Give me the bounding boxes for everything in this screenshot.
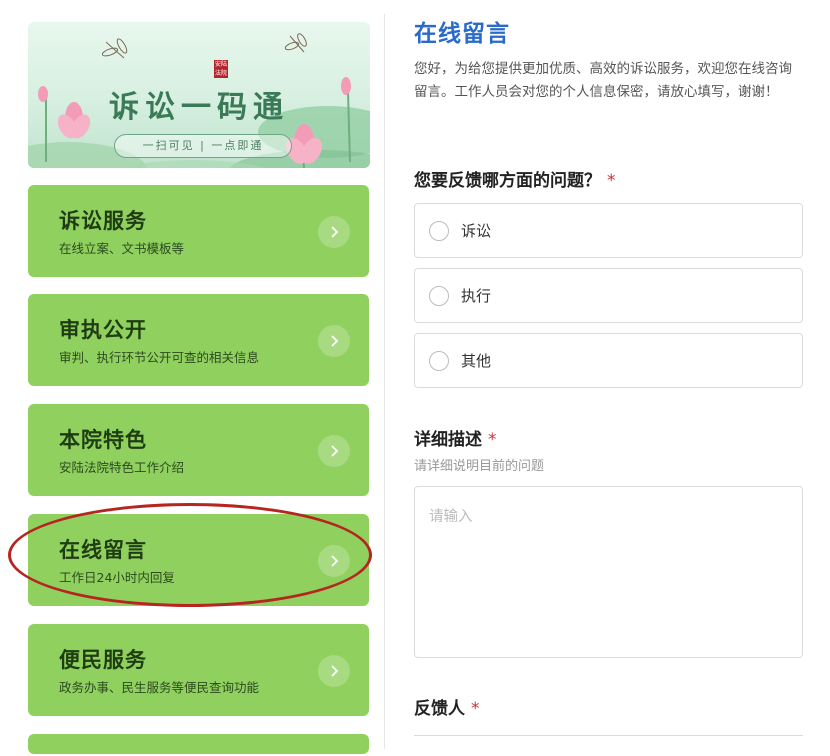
radio-option-label: 诉讼 (461, 222, 492, 240)
menu-card-title: 便民服务 (59, 648, 147, 672)
menu-card-title: 诉讼服务 (59, 209, 147, 233)
chevron-right-icon[interactable] (318, 655, 350, 687)
radio-option-other[interactable]: 其他 (414, 333, 803, 388)
radio-option-label: 其他 (461, 352, 492, 370)
chevron-right-icon[interactable] (318, 325, 350, 357)
question-label-text: 反馈人 (414, 699, 465, 719)
chevron-right-icon[interactable] (318, 216, 350, 248)
reporter-input-partial[interactable] (414, 735, 803, 756)
required-mark: * (488, 430, 497, 450)
radio-option-litigation[interactable]: 诉讼 (414, 203, 803, 258)
menu-card-title: 在线留言 (59, 538, 147, 562)
question-label-text: 详细描述 (414, 430, 482, 450)
question-label-text: 您要反馈哪方面的问题？ (414, 171, 601, 191)
menu-card-court-features[interactable]: 本院特色 安陆法院特色工作介绍 (28, 404, 369, 496)
menu-card-public-services[interactable]: 便民服务 政务办事、民生服务等便民查询功能 (28, 624, 369, 716)
chevron-right-icon[interactable] (318, 435, 350, 467)
radio-button[interactable] (429, 351, 449, 371)
menu-card-title: 本院特色 (59, 428, 147, 452)
question-category-label: 您要反馈哪方面的问题？ * (414, 166, 616, 191)
chevron-right-icon[interactable] (318, 545, 350, 577)
radio-option-execution[interactable]: 执行 (414, 268, 803, 323)
menu-card-subtitle: 在线立案、文书模板等 (59, 241, 185, 256)
menu-card-subtitle: 审判、执行环节公开可查的相关信息 (59, 350, 260, 365)
required-mark: * (607, 171, 616, 191)
radio-button[interactable] (429, 221, 449, 241)
menu-card-partial[interactable] (28, 734, 369, 754)
menu-card-subtitle: 工作日24小时内回复 (59, 570, 175, 585)
description-hint: 请详细说明目前的问题 (414, 459, 545, 474)
question-reporter-label: 反馈人 * (414, 694, 480, 719)
radio-option-label: 执行 (461, 287, 492, 305)
required-mark: * (471, 699, 480, 719)
menu-card-litigation[interactable]: 诉讼服务 在线立案、文书模板等 (28, 185, 369, 277)
menu-card-trial-disclosure[interactable]: 审执公开 审判、执行环节公开可查的相关信息 (28, 294, 369, 386)
form-intro: 您好，为给您提供更加优质、高效的诉讼服务，欢迎您在线咨询留言。工作人员会对您的个… (414, 61, 792, 100)
banner-title: 诉讼一码通 (109, 90, 289, 125)
question-description-label: 详细描述 * (414, 425, 497, 450)
radio-button[interactable] (429, 286, 449, 306)
banner-slogan: 一扫可见 | 一点即通 (114, 134, 292, 158)
page-title: 在线留言 (414, 21, 510, 47)
seal-stamp: 安陆法院 (214, 60, 228, 78)
menu-card-title: 审执公开 (59, 318, 147, 342)
menu-card-online-message[interactable]: 在线留言 工作日24小时内回复 (28, 514, 369, 606)
banner: 安陆法院 诉讼一码通 一扫可见 | 一点即通 (28, 22, 370, 168)
description-textarea[interactable] (414, 486, 803, 658)
menu-card-subtitle: 政务办事、民生服务等便民查询功能 (59, 680, 260, 695)
column-divider (384, 14, 385, 749)
left-navigation: 安陆法院 诉讼一码通 一扫可见 | 一点即通 诉讼服务 在线立案、文书模板等 审… (0, 0, 384, 754)
menu-card-subtitle: 安陆法院特色工作介绍 (59, 460, 185, 475)
